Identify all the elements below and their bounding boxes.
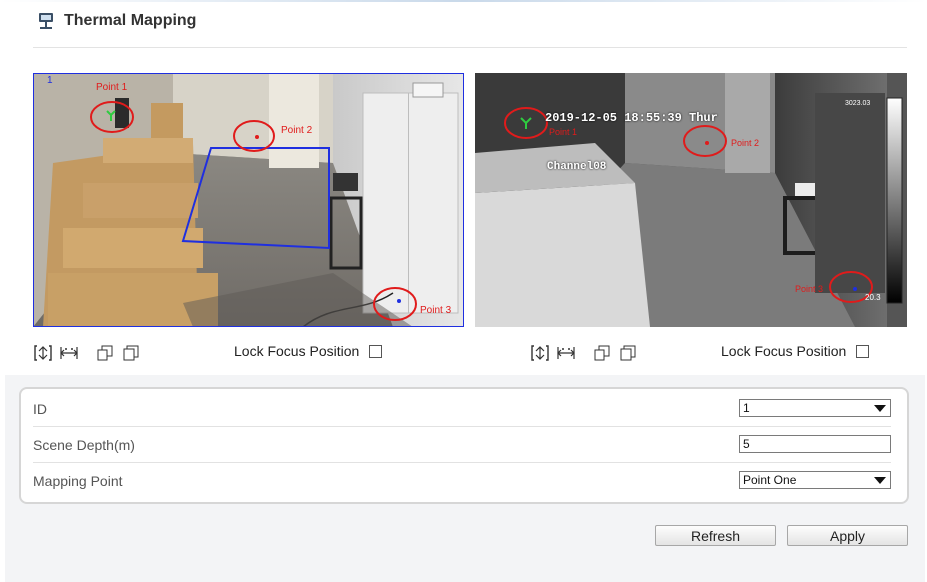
channel-index-label: 1 xyxy=(47,75,53,86)
thermal-point-2-label: Point 2 xyxy=(731,138,760,148)
scene-depth-value: 5 xyxy=(743,437,750,451)
refresh-button[interactable]: Refresh xyxy=(655,525,776,546)
osd-datetime: 2019-12-05 18:55:39 Thur xyxy=(545,111,718,125)
page-title: Thermal Mapping xyxy=(64,12,197,29)
zoom-in-icon[interactable] xyxy=(33,344,53,362)
lock-focus-label: Lock Focus Position xyxy=(234,343,360,359)
osd-channel: Channel08 xyxy=(547,161,607,173)
chevron-down-icon xyxy=(874,477,886,484)
scene-depth-row: Scene Depth(m) 5 xyxy=(33,427,891,463)
copy-alt-icon[interactable] xyxy=(618,344,638,362)
chevron-down-icon xyxy=(874,405,886,412)
zoom-out-icon[interactable] xyxy=(556,344,576,362)
id-select-value: 1 xyxy=(743,401,750,415)
scene-depth-input[interactable]: 5 xyxy=(739,435,891,453)
id-select[interactable]: 1 xyxy=(739,399,891,417)
temp-scale-max: 3023.03 xyxy=(845,100,871,107)
lock-focus-label: Lock Focus Position xyxy=(721,343,847,359)
mapping-point-value: Point One xyxy=(743,473,797,487)
scene-depth-label: Scene Depth(m) xyxy=(33,436,135,453)
copy-alt-icon[interactable] xyxy=(121,344,141,362)
thermal-point-1-label: Point 1 xyxy=(549,127,578,137)
point-3-label: Point 3 xyxy=(420,305,452,316)
temp-scale-min: 20.3 xyxy=(865,293,881,302)
mapping-point-label: Mapping Point xyxy=(33,472,123,489)
point-2-label: Point 2 xyxy=(281,125,313,136)
copy-icon[interactable] xyxy=(95,344,115,362)
thermal-mapping-icon xyxy=(39,13,53,29)
thermal-video-view[interactable]: 2019-12-05 18:55:39 Thur Channel08 3023.… xyxy=(475,73,907,327)
mapping-point-row: Mapping Point Point One xyxy=(33,463,891,498)
lock-focus-checkbox[interactable] xyxy=(369,344,383,358)
thermal-point-3-label: Point 3 xyxy=(795,284,824,294)
mapping-point-select[interactable]: Point One xyxy=(739,471,891,489)
page-header: Thermal Mapping xyxy=(36,9,196,33)
lock-focus-left[interactable]: Lock Focus Position xyxy=(234,343,383,359)
zoom-out-icon[interactable] xyxy=(59,344,79,362)
lock-focus-right[interactable]: Lock Focus Position xyxy=(721,343,870,359)
zoom-in-icon[interactable] xyxy=(530,344,550,362)
visible-video-view[interactable]: 1 Point 1 Point 2 Point 3 xyxy=(33,73,464,327)
lock-focus-checkbox[interactable] xyxy=(856,344,870,358)
id-label: ID xyxy=(33,400,47,417)
visible-video-scene xyxy=(33,73,464,327)
point-1-label: Point 1 xyxy=(96,82,128,93)
header-divider xyxy=(33,47,907,48)
top-accent-line xyxy=(0,0,927,2)
id-row: ID 1 xyxy=(33,391,891,427)
mapping-settings-panel: ID 1 Scene Depth(m) 5 Mapping Point Poin… xyxy=(19,387,909,504)
copy-icon[interactable] xyxy=(592,344,612,362)
apply-button[interactable]: Apply xyxy=(787,525,908,546)
